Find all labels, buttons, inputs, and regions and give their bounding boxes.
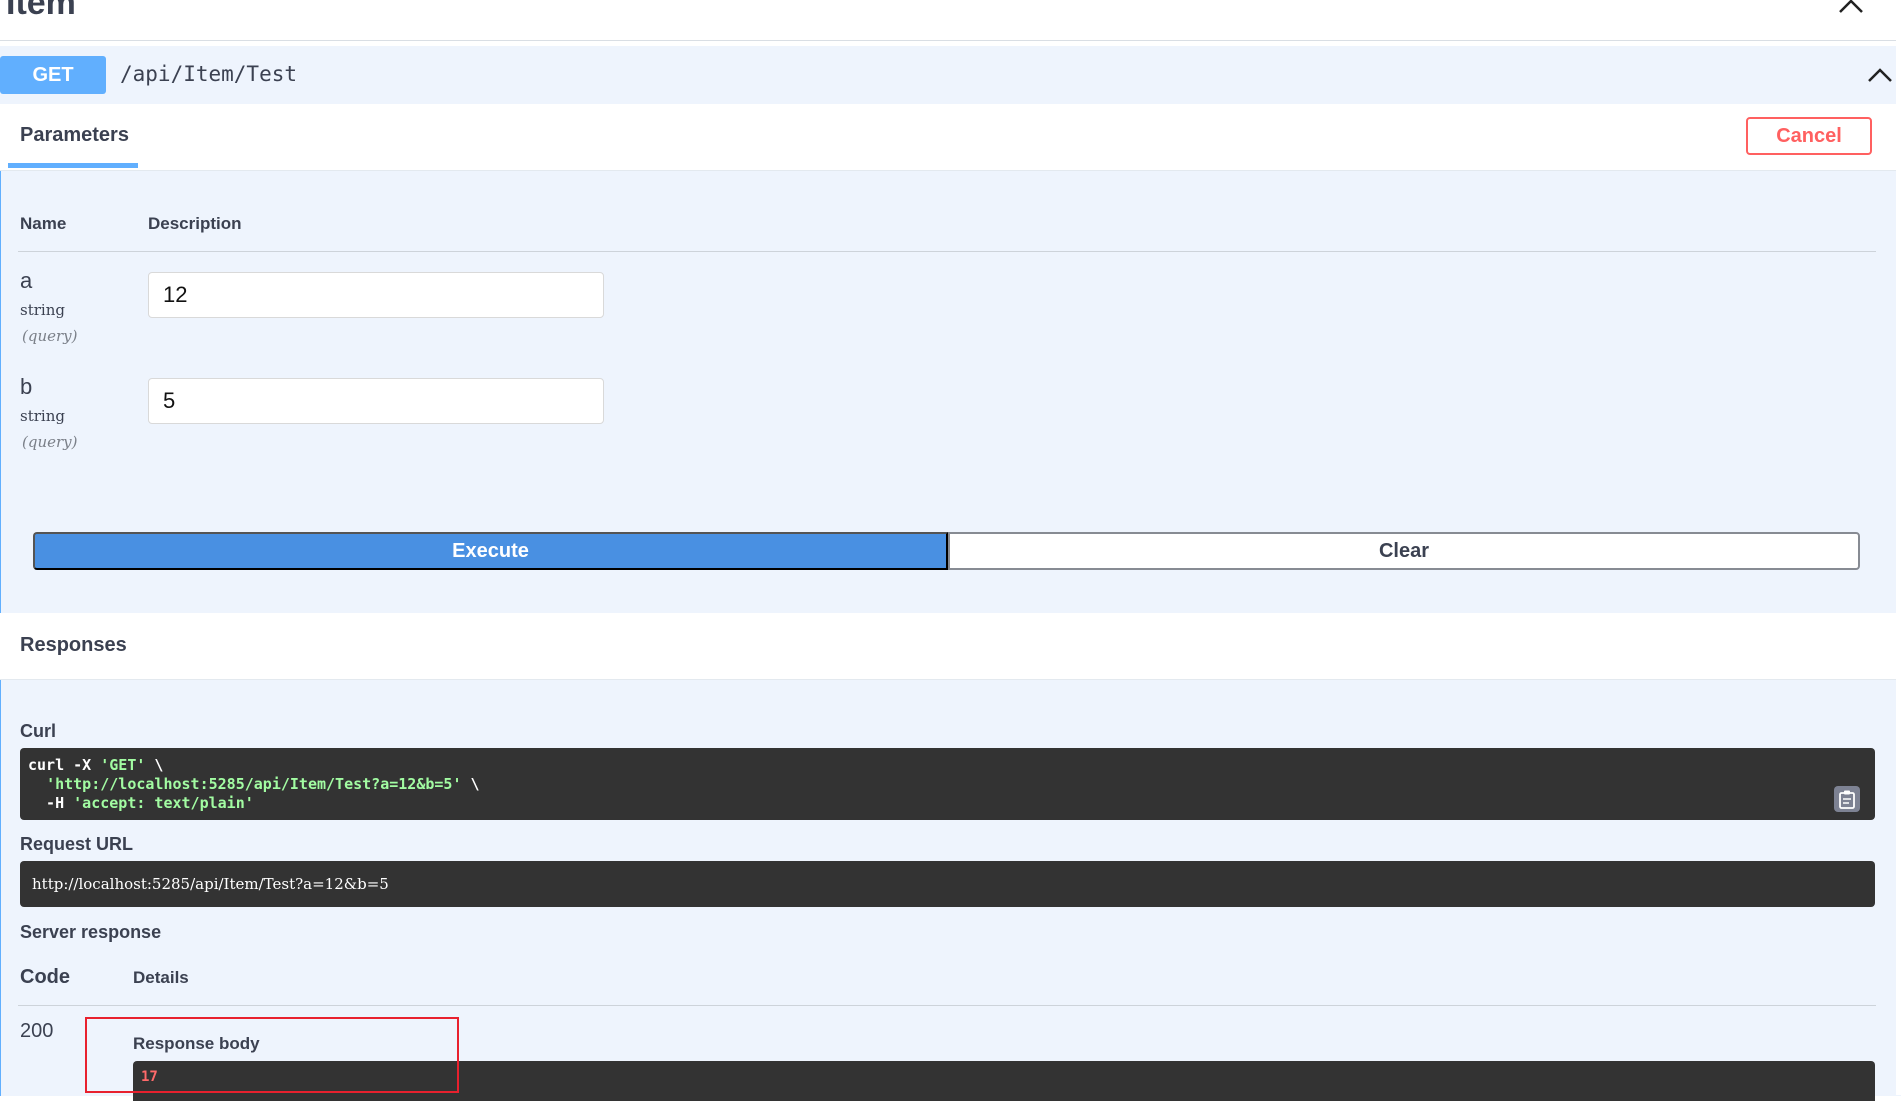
column-name-header: Name [20, 214, 67, 233]
divider [18, 1005, 1876, 1006]
chevron-up-icon[interactable] [1838, 0, 1864, 16]
cancel-button[interactable]: Cancel [1746, 117, 1872, 155]
curl-code-block[interactable]: curl -X 'GET' \ 'http://localhost:5285/a… [20, 748, 1875, 820]
param-name-a: a [20, 268, 33, 293]
opblock-get [0, 46, 1901, 1096]
chevron-up-icon[interactable] [1866, 66, 1894, 84]
tag-title[interactable]: Item [6, 0, 76, 20]
param-name-b: b [20, 374, 33, 399]
highlight-annotation [85, 1017, 459, 1093]
param-input-b[interactable]: 5 [148, 378, 604, 424]
tab-parameters[interactable]: Parameters [20, 124, 129, 147]
column-description-header: Description [148, 214, 242, 233]
operation-path: /api/Item/Test [120, 62, 298, 86]
code-column-header: Code [20, 966, 70, 988]
clipboard-icon [1839, 790, 1855, 809]
tag-header[interactable] [0, 0, 1904, 41]
responses-title: Responses [20, 634, 127, 656]
copy-button[interactable] [1834, 786, 1860, 812]
details-column-header: Details [133, 968, 189, 987]
method-badge: GET [0, 56, 106, 94]
response-code: 200 [20, 1020, 54, 1042]
parameters-header [0, 104, 1900, 171]
param-input-a[interactable]: 12 [148, 272, 604, 318]
divider [18, 251, 1876, 252]
param-in-b: (query) [22, 433, 78, 451]
server-response-label: Server response [20, 922, 162, 942]
curl-label: Curl [20, 721, 56, 741]
execute-button[interactable]: Execute [33, 532, 948, 570]
window-edge [1896, 0, 1904, 1095]
clear-button[interactable]: Clear [948, 532, 1860, 570]
request-url-label: Request URL [20, 834, 134, 854]
param-type-b: string [20, 407, 65, 425]
responses-header [0, 613, 1900, 680]
param-type-a: string [20, 301, 65, 319]
param-in-a: (query) [22, 327, 78, 345]
tab-active-indicator [8, 163, 138, 168]
request-url-block[interactable]: http://localhost:5285/api/Item/Test?a=12… [20, 861, 1875, 907]
